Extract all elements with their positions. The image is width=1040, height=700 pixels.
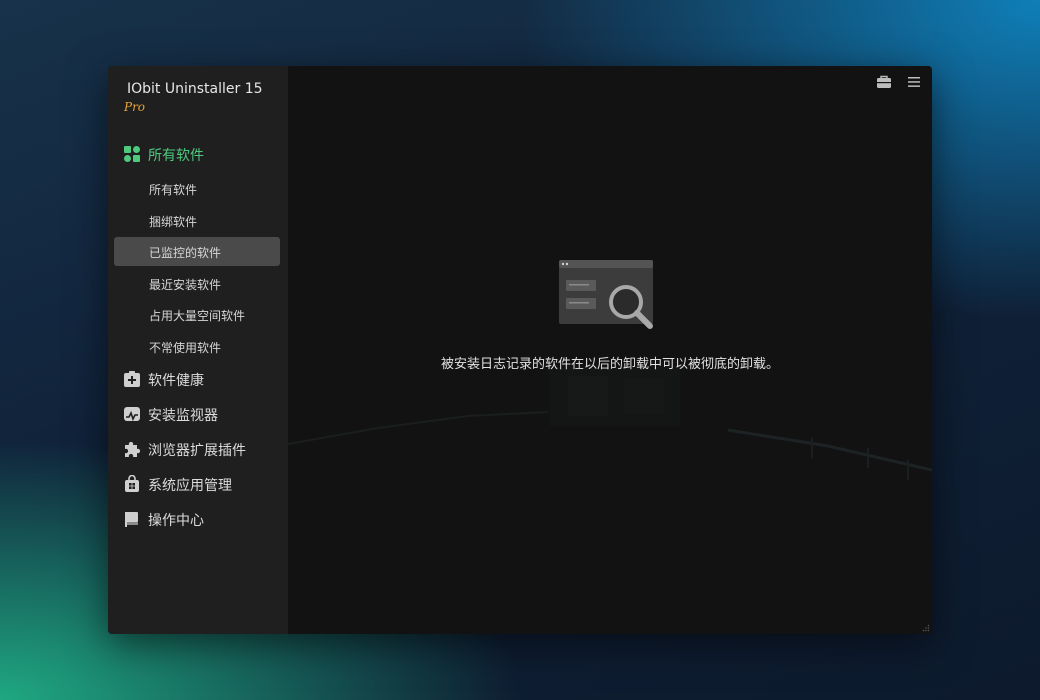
nav-system-apps-label: 系统应用管理 (148, 478, 232, 494)
nav-all-software[interactable]: 所有软件 (108, 139, 288, 169)
nav-browser-extensions[interactable]: 浏览器扩展插件 (108, 434, 288, 464)
window-search-icon (559, 260, 653, 329)
menu-icon[interactable] (904, 72, 924, 92)
background-scenery (288, 366, 932, 480)
subnav-label: 不常使用软件 (149, 341, 222, 355)
windows-bag-icon (123, 474, 141, 493)
main-panel: 被安装日志记录的软件在以后的卸载中可以被彻底的卸载。 (288, 66, 932, 634)
subnav-label: 已监控的软件 (149, 246, 222, 260)
nav-action-center[interactable]: 操作中心 (108, 504, 288, 534)
nav-browser-extensions-label: 浏览器扩展插件 (148, 443, 246, 459)
grid-apps-icon (123, 145, 141, 163)
puzzle-icon (123, 440, 141, 458)
nav-software-health-label: 软件健康 (148, 373, 204, 389)
app-window: IObit Uninstaller 15 Pro 所有软件 所有软件 捆绑软件 … (108, 66, 932, 634)
app-title: IObit Uninstaller 15 (127, 81, 263, 97)
subnav-all-software[interactable]: 所有软件 (114, 174, 280, 203)
app-edition-badge: Pro (124, 100, 146, 114)
nav-software-health[interactable]: 软件健康 (108, 364, 288, 394)
subnav-label: 最近安装软件 (149, 278, 222, 292)
subnav-label: 所有软件 (149, 183, 198, 197)
resize-grip-icon[interactable] (922, 624, 930, 632)
empty-state-message: 被安装日志记录的软件在以后的卸载中可以被彻底的卸载。 (440, 357, 779, 372)
nav-all-software-label: 所有软件 (148, 148, 204, 164)
subnav-rarely-used[interactable]: 不常使用软件 (114, 332, 280, 361)
sidebar: IObit Uninstaller 15 Pro 所有软件 所有软件 捆绑软件 … (108, 66, 288, 634)
subnav-monitored-software[interactable]: 已监控的软件 (114, 237, 280, 266)
monitor-gauge-icon (123, 405, 141, 423)
subnav-label: 占用大量空间软件 (149, 309, 246, 323)
toolbox-icon[interactable] (874, 72, 894, 92)
subnav-label: 捆绑软件 (149, 215, 198, 229)
nav-system-apps[interactable]: 系统应用管理 (108, 469, 288, 499)
health-kit-icon (123, 370, 141, 388)
subnav-large-software[interactable]: 占用大量空间软件 (114, 300, 280, 329)
nav-install-monitor-label: 安装监视器 (148, 408, 218, 424)
subnav-bundled-software[interactable]: 捆绑软件 (114, 206, 280, 235)
nav-install-monitor[interactable]: 安装监视器 (108, 399, 288, 429)
nav-action-center-label: 操作中心 (148, 513, 204, 529)
flag-icon (123, 510, 141, 528)
subnav-recently-installed[interactable]: 最近安装软件 (114, 269, 280, 298)
